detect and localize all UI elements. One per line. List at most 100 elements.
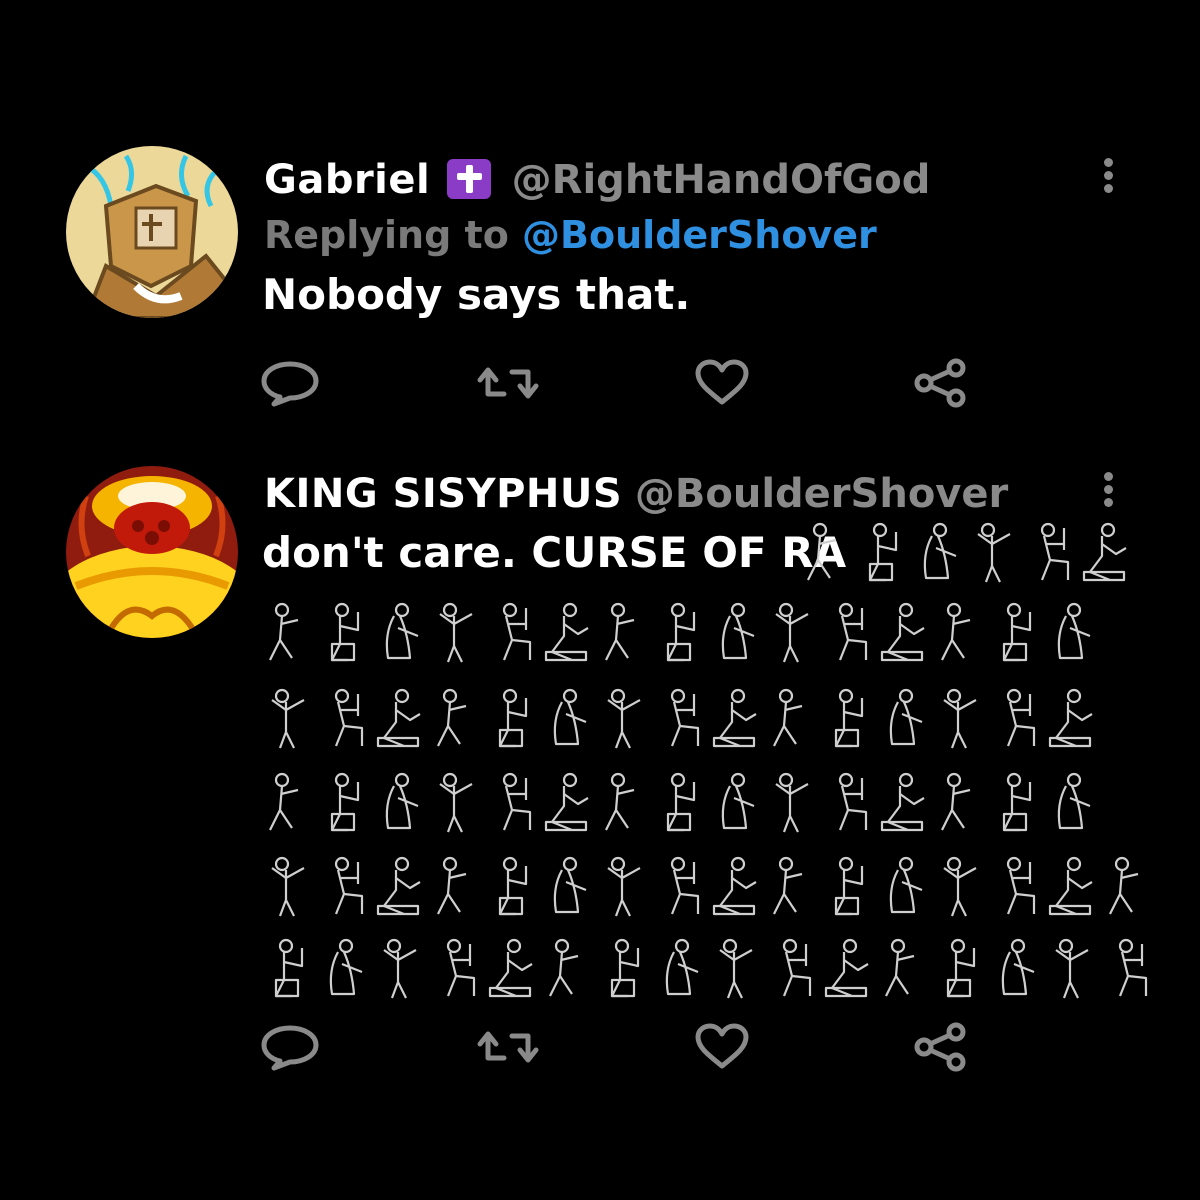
hieroglyph-figure [439,602,473,663]
hieroglyph-figure [1048,688,1093,748]
hieroglyph-figure [670,688,700,747]
hieroglyph-figure [1006,688,1036,747]
hieroglyph-figure [773,688,803,747]
hieroglyph-figure [605,772,635,831]
hieroglyph-figure [712,856,757,916]
handle[interactable]: @BoulderShover [635,471,1008,517]
hieroglyph-figure [665,938,699,996]
hieroglyph-figure [880,772,925,832]
action-bar [0,1022,1200,1072]
hieroglyph-row-4 [262,854,1158,926]
tweet-header: KING SISYPHUS @BoulderShover [264,470,1008,518]
hieroglyph-figure [553,688,587,746]
hieroglyph-figure [775,772,809,833]
hieroglyph-figure [782,938,812,997]
hieroglyph-figure [721,772,755,830]
retweet-icon[interactable] [476,1022,540,1072]
display-name[interactable]: KING SISYPHUS [264,471,622,517]
hieroglyph-figure [376,688,421,748]
hieroglyph-figure [544,602,589,662]
hieroglyph-figure [1048,856,1093,916]
hieroglyph-row-5 [262,936,1158,1008]
hieroglyph-figure [498,856,528,916]
more-options-icon[interactable] [1100,158,1116,198]
hieroglyph-figure [712,688,757,748]
hieroglyph-figure [488,938,533,998]
hieroglyph-figure [1002,772,1032,832]
handle[interactable]: @RightHandOfGod [512,157,931,203]
hieroglyph-figure [773,856,803,915]
hieroglyph-figure [437,856,467,915]
hieroglyph-figure [607,856,641,917]
share-icon[interactable] [910,1022,974,1072]
display-name[interactable]: Gabriel [264,157,430,203]
hieroglyph-figure [1057,772,1091,830]
tweet-header: Gabriel @RightHandOfGod [264,156,930,204]
hieroglyph-figure [1055,938,1089,999]
hieroglyph-figure [1109,856,1139,915]
hieroglyph-figure [269,602,299,661]
hieroglyph-figure [834,856,864,916]
hieroglyph-figure [889,856,923,914]
hieroglyph-figure [385,602,419,660]
hieroglyph-figure [610,938,640,998]
hieroglyph-figure [1118,938,1148,997]
tweet-text: don't care. CURSE OF RA [262,528,847,577]
hieroglyph-figure [544,772,589,832]
hieroglyph-figure [885,938,915,997]
hieroglyph-row-3 [262,770,1102,842]
hieroglyph-figure [1002,602,1032,662]
hieroglyph-figure [834,688,864,748]
hieroglyph-figure [502,602,532,661]
hieroglyph-figure [775,602,809,663]
hieroglyph-figure [880,602,925,662]
hieroglyph-figure [923,522,957,580]
hieroglyph-figure [889,688,923,746]
hieroglyph-figure [334,856,364,915]
hieroglyph-figure [330,772,360,832]
hieroglyph-figure [838,772,868,831]
hieroglyph-figure [271,688,305,749]
hieroglyph-figure [498,688,528,748]
share-icon[interactable] [910,358,974,408]
reply-icon[interactable] [258,358,322,408]
hieroglyph-figure [666,772,696,832]
hieroglyph-figure [941,602,971,661]
retweet-icon[interactable] [476,358,540,408]
hieroglyph-figure [334,688,364,747]
hieroglyph-row-0 [800,520,1136,592]
reply-handle-link[interactable]: @BoulderShover [522,213,877,257]
hieroglyph-figure [605,602,635,661]
hieroglyph-figure [274,938,304,998]
hieroglyph-figure [977,522,1011,583]
hieroglyph-figure [943,688,977,749]
hieroglyph-figure [329,938,363,996]
avatar-king-sisyphus[interactable] [66,466,238,638]
hieroglyph-figure [446,938,476,997]
hieroglyph-figure [607,688,641,749]
hieroglyph-figure [941,772,971,831]
avatar-gabriel[interactable] [66,146,238,318]
hieroglyph-figure [721,602,755,660]
hieroglyph-figure [1040,522,1070,581]
hieroglyph-figure [666,602,696,662]
hieroglyph-figure [1057,602,1091,660]
more-options-icon[interactable] [1100,472,1116,512]
hieroglyph-figure [376,856,421,916]
hieroglyph-figure [807,522,837,581]
hieroglyph-figure [943,856,977,917]
hieroglyph-figure [1006,856,1036,915]
hieroglyph-figure [868,522,898,582]
hieroglyph-row-2 [262,686,1102,758]
hieroglyph-figure [549,938,579,997]
hieroglyph-figure [385,772,419,830]
hieroglyph-figure [437,688,467,747]
hieroglyph-figure [383,938,417,999]
hieroglyph-figure [269,772,299,831]
like-icon[interactable] [690,358,754,408]
reply-icon[interactable] [258,1022,322,1072]
like-icon[interactable] [690,1022,754,1072]
action-bar [0,358,1200,408]
hieroglyph-figure [553,856,587,914]
hieroglyph-figure [502,772,532,831]
